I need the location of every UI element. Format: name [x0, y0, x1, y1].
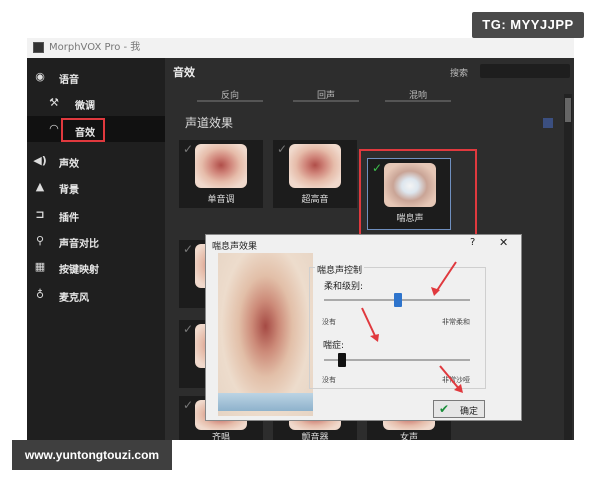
- effect-card-label: 单音调: [207, 195, 235, 205]
- softness-max-label: 非常柔和: [442, 318, 470, 326]
- check-icon: ✔: [439, 402, 450, 416]
- tab-reverse[interactable]: 反向: [197, 88, 263, 102]
- lips-icon: ◠: [49, 122, 59, 135]
- softness-label: 柔和级别:: [324, 282, 364, 292]
- hoarseness-slider-handle[interactable]: [337, 353, 346, 367]
- ok-button-label: 确定: [460, 407, 479, 417]
- breath-effect-dialog: 喘息声效果 ? ✕ 喘息声控制 柔和级别: 没有 非常柔和 喘症: 没有 非常沙…: [205, 234, 522, 421]
- sidebar-item-sound-effects[interactable]: ◠ 音效: [27, 116, 165, 142]
- sidebar-item-label: 背景: [59, 185, 79, 196]
- mouth-thumbnail: [195, 144, 247, 188]
- sidebar-item-label: 麦克风: [59, 293, 89, 304]
- sidebar-item-voice-effects[interactable]: ◀) 声效: [27, 150, 165, 172]
- keyboard-icon: ▦: [34, 260, 46, 273]
- sidebar-item-label: 插件: [59, 213, 79, 224]
- watermark-top: TG: MYYJJPP: [472, 12, 584, 38]
- check-icon: ✓: [183, 142, 194, 156]
- softness-min-label: 没有: [322, 318, 336, 326]
- hoarseness-label: 喘症:: [323, 341, 345, 351]
- effect-card[interactable]: ✓ 单音调: [179, 140, 263, 208]
- sidebar-item-voice[interactable]: ◉ 语音: [27, 66, 165, 88]
- sidebar-item-hotkeys[interactable]: ▦ 按键映射: [27, 256, 165, 278]
- check-icon: ✓: [183, 242, 194, 256]
- check-icon: ✓: [183, 322, 194, 336]
- tab-echo[interactable]: 回声: [293, 88, 359, 102]
- sidebar-item-label: 声音对比: [59, 239, 99, 250]
- check-icon: ✓: [277, 142, 288, 156]
- sidebar-item-microphone[interactable]: ♁ 麦克风: [27, 284, 165, 306]
- face-preview-image: [218, 253, 313, 416]
- sidebar-item-label: 音效: [75, 128, 95, 139]
- app-icon: [33, 42, 44, 53]
- sidebar-item-background[interactable]: ▲ 背景: [27, 176, 165, 198]
- landscape-icon: ▲: [35, 180, 45, 193]
- sidebar-item-voice-compare[interactable]: ⚲ 声音对比: [27, 230, 165, 252]
- page-title: 音效: [173, 66, 195, 79]
- search-icon: ⚲: [35, 234, 45, 247]
- sidebar-item-label: 语音: [59, 75, 79, 86]
- sidebar: ◉ 语音 ⚒ 微调 ◠ 音效 ◀) 声效 ▲ 背景 ⊐ 插件 ⚲ 声音对比 ▦: [27, 58, 165, 440]
- microphone-icon: ♁: [35, 288, 45, 301]
- effect-card-label: 颤音器: [301, 433, 329, 440]
- scrollbar[interactable]: [564, 94, 572, 440]
- top-effects-row: 反向 回声 混响: [175, 88, 555, 104]
- section-title: 声道效果: [185, 116, 234, 130]
- effect-card-label: 女声: [399, 433, 418, 440]
- watermark-bottom: www.yuntongtouzi.com: [12, 440, 172, 470]
- hoarseness-max-label: 非常沙哑: [442, 376, 470, 384]
- plugin-icon: ⊐: [35, 208, 45, 221]
- hoarseness-slider-track[interactable]: [324, 359, 470, 361]
- title-bar: MorphVOX Pro - 我: [27, 38, 574, 58]
- voice-icon: ◉: [35, 70, 45, 83]
- sidebar-item-label: 微调: [75, 101, 95, 112]
- sidebar-item-tweak[interactable]: ⚒ 微调: [27, 92, 165, 114]
- check-icon: ✓: [183, 398, 194, 412]
- window-title: MorphVOX Pro - 我: [49, 42, 141, 53]
- speaker-icon: ◀): [33, 154, 47, 167]
- effect-card-label: 齐唱: [211, 433, 230, 440]
- sidebar-item-label: 声效: [59, 159, 79, 170]
- tools-icon: ⚒: [49, 96, 59, 109]
- help-button[interactable]: ?: [470, 237, 475, 248]
- scrollbar-thumb[interactable]: [565, 98, 571, 122]
- section-icon: [543, 118, 553, 128]
- hoarseness-min-label: 没有: [322, 376, 336, 384]
- softness-slider-handle[interactable]: [394, 293, 403, 307]
- sidebar-item-label: 按键映射: [59, 265, 99, 276]
- effect-card-label: 超高音: [301, 195, 329, 205]
- ok-button[interactable]: ✔ 确定: [433, 400, 485, 418]
- search-input[interactable]: [480, 64, 570, 78]
- group-label: 喘息声控制: [315, 263, 365, 276]
- mouth-thumbnail: [289, 144, 341, 188]
- dialog-title: 喘息声效果: [212, 242, 258, 252]
- face-preview-collar: [218, 393, 313, 411]
- search-label: 搜索: [450, 69, 469, 79]
- close-button[interactable]: ✕: [499, 236, 508, 249]
- tab-reverb[interactable]: 混响: [385, 88, 451, 102]
- sidebar-item-plugins[interactable]: ⊐ 插件: [27, 204, 165, 226]
- highlight-box: [359, 149, 477, 241]
- effect-card[interactable]: ✓ 超高音: [273, 140, 357, 208]
